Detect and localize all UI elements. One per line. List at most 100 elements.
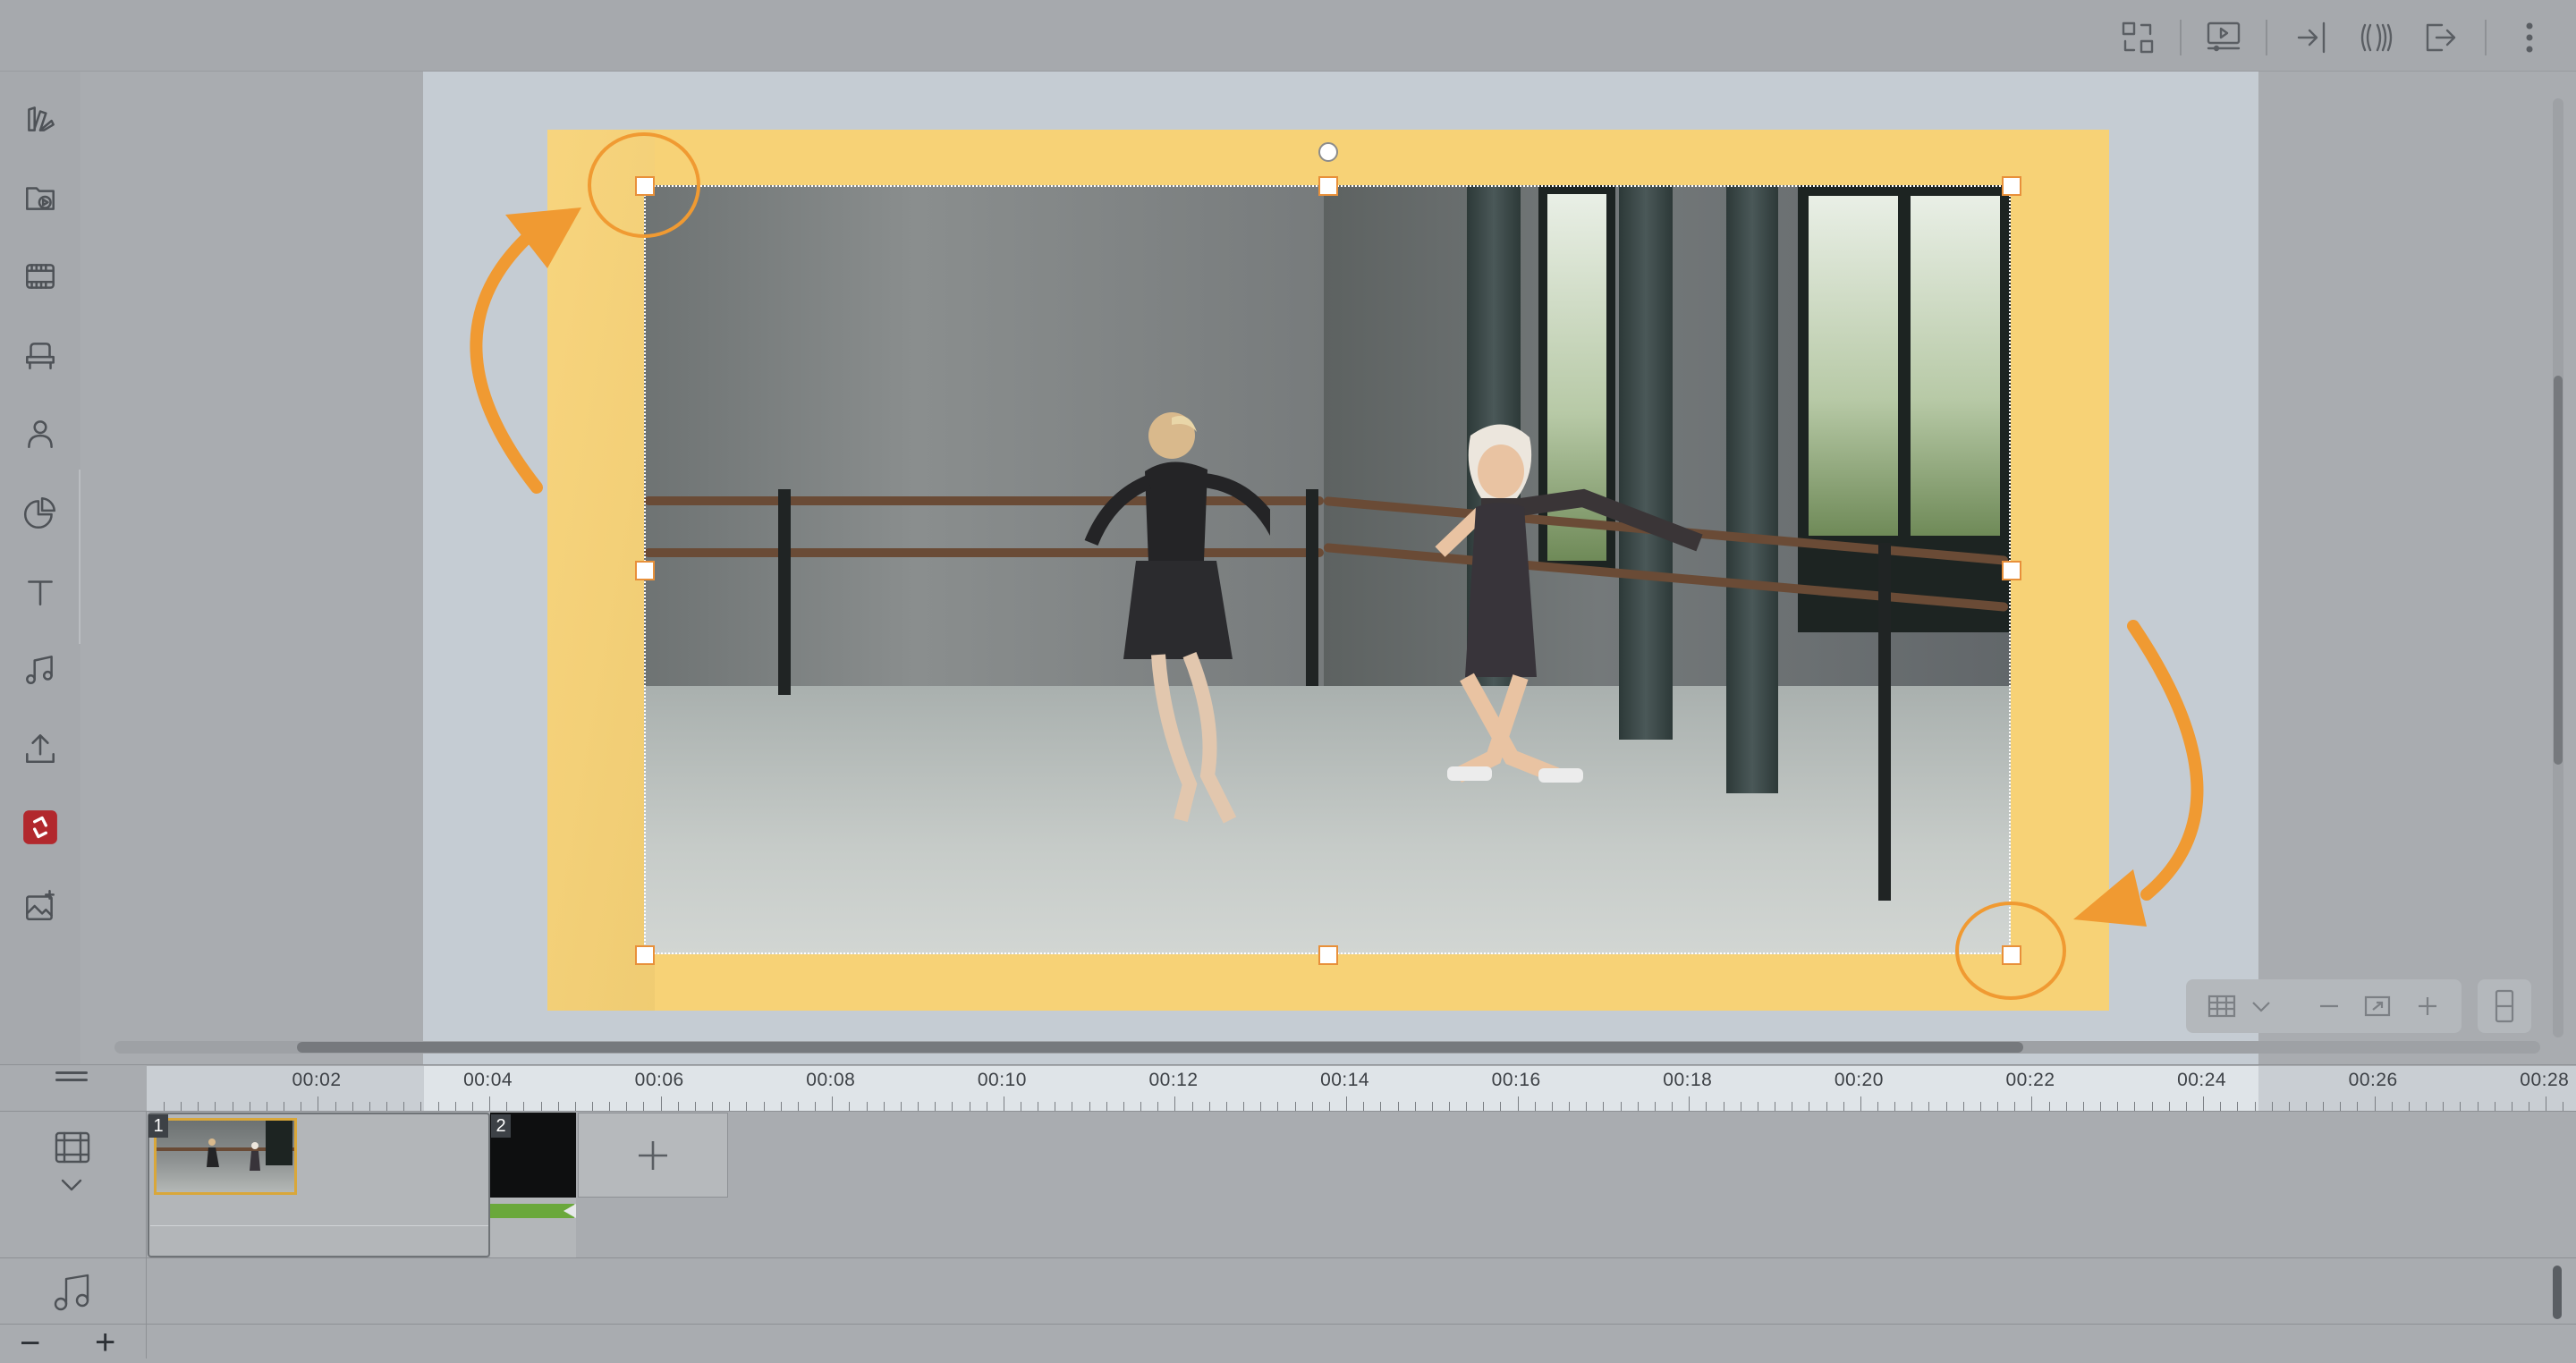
ruler-tick [2306,1102,2307,1111]
ruler-tick [575,1102,576,1111]
add-scene-button[interactable] [578,1113,728,1198]
ruler-tick [798,1102,799,1111]
props-icon[interactable] [18,333,63,377]
media-library-icon[interactable] [18,175,63,220]
resize-handle-bottom-left[interactable] [635,945,655,965]
ruler-tick [1946,1102,1947,1111]
resize-handle-bottom[interactable] [1318,945,1338,965]
ruler-tick [472,1102,473,1111]
ruler-tick [2220,1102,2221,1111]
zoom-in-icon[interactable] [2410,988,2445,1024]
scenes-track-icon[interactable] [50,1125,95,1170]
ruler-tick-label: 00:14 [1320,1070,1370,1090]
scene-number-1: 1 [148,1114,168,1138]
scene-track-line [150,1225,488,1226]
preview-icon[interactable] [2202,16,2245,59]
ruler-tick [661,1096,662,1111]
ruler-tick [2066,1102,2067,1111]
ruler-tick [2323,1102,2324,1111]
ruler-tick [2152,1102,2153,1111]
music-track-icon[interactable] [50,1270,95,1315]
ruler-tick [2478,1102,2479,1111]
ruler-tick [2117,1102,2118,1111]
exit-icon[interactable] [2419,16,2462,59]
image-ai-icon[interactable] [18,884,63,928]
ruler-tick [420,1102,421,1111]
toolbar-divider [2485,20,2487,55]
left-sidebar [0,0,80,1064]
horizontal-scrollbar-thumb[interactable] [297,1042,2023,1053]
ruler-tick [1569,1102,1570,1111]
enter-icon[interactable] [2290,16,2333,59]
ruler-tick [2375,1096,2376,1111]
vertical-scrollbar-thumb[interactable] [2554,376,2563,765]
chevron-down-icon[interactable] [57,1175,86,1197]
ruler-tick [2237,1102,2238,1111]
fit-to-screen-icon[interactable] [2360,988,2395,1024]
app-logo-icon[interactable] [18,805,63,850]
ruler-tick [1192,1102,1193,1111]
ruler-tick [2031,1096,2032,1111]
resize-handle-left[interactable] [635,561,655,580]
panel-toggle-icon[interactable] [2478,979,2531,1033]
ruler-tick [626,1102,627,1111]
ruler-tick [1911,1102,1912,1111]
ruler-tick [1140,1102,1141,1111]
templates-icon[interactable] [18,97,63,141]
ruler-tick [2049,1102,2050,1111]
resize-handle-right[interactable] [2002,561,2021,580]
ruler-tick [867,1102,868,1111]
ruler-tick [541,1102,542,1111]
ruler-tick [918,1102,919,1111]
timeline-zoom-out-button[interactable]: − [20,1325,40,1361]
toolbar-divider [2180,20,2182,55]
scene-thumbnail-1[interactable] [154,1118,297,1195]
zoom-out-icon[interactable] [2311,988,2347,1024]
music-icon[interactable] [18,648,63,692]
ruler-tick [1174,1096,1175,1111]
character-icon[interactable] [18,411,63,456]
timeline-vertical-scrollbar[interactable] [2553,1266,2562,1319]
ruler-tick [695,1102,696,1111]
ruler-tick [1226,1102,1227,1111]
ruler-tick [1277,1102,1278,1111]
rotate-handle[interactable] [1318,142,1338,162]
ruler-tick [1157,1102,1158,1111]
ruler-tick [2169,1102,2170,1111]
audio-waves-icon[interactable] [2354,16,2397,59]
ruler-tick [2272,1102,2273,1111]
video-clip-icon[interactable] [18,254,63,299]
ruler-tick [1552,1102,1553,1111]
ruler-tick [1089,1102,1090,1111]
resize-handle-top-right[interactable] [2002,176,2021,196]
canvas-zoom-controls [2186,979,2462,1033]
ruler-tick [952,1102,953,1111]
divider [0,1324,2576,1325]
ruler-tick [746,1102,747,1111]
ruler-tick-label: 00:12 [1148,1070,1199,1090]
ruler-tick [403,1102,404,1111]
chart-icon[interactable] [18,490,63,535]
text-icon[interactable] [18,569,63,614]
timeline-zoom-in-button[interactable]: + [95,1325,115,1360]
ruler-tick [2134,1102,2135,1111]
chevron-down-icon[interactable] [2243,988,2279,1024]
ruler-tick [2426,1102,2427,1111]
upload-icon[interactable] [18,726,63,771]
grid-icon[interactable] [2204,988,2240,1024]
ruler-tick [1706,1102,1707,1111]
layout-swap-icon[interactable] [2116,16,2159,59]
resize-handle-top[interactable] [1318,176,1338,196]
ruler-tick [2014,1102,2015,1111]
ruler-tick [1843,1102,1844,1111]
scene-duration-bar[interactable] [490,1204,574,1218]
more-vertical-icon[interactable] [2508,16,2551,59]
ruler-tick [1483,1102,1484,1111]
ruler-tick [781,1102,782,1111]
ruler-tick-label: 00:10 [977,1070,1027,1090]
ruler-tick [849,1102,850,1111]
timeline-menu-icon[interactable] [55,1071,88,1089]
ruler-tick [2203,1096,2204,1111]
ruler-tick [335,1102,336,1111]
ruler-tick [1312,1102,1313,1111]
